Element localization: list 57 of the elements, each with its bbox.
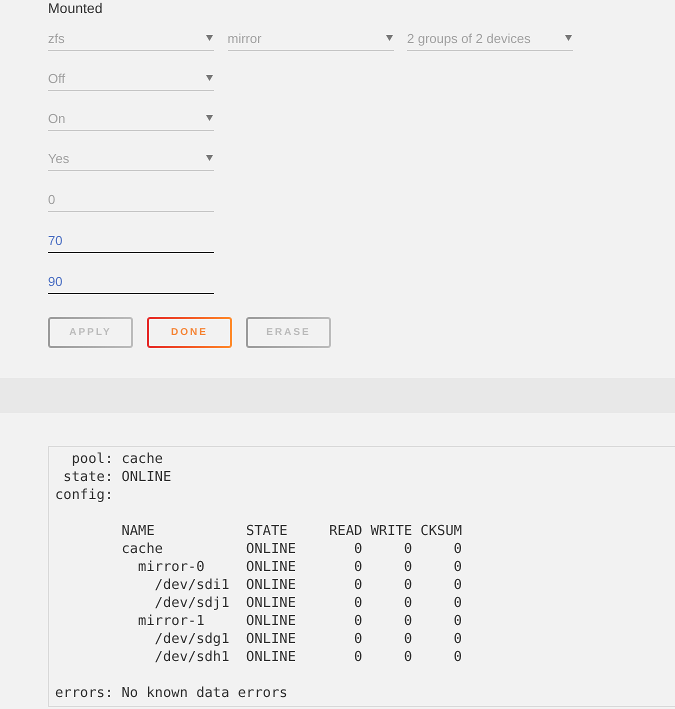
- column-header: CKSUM: [420, 523, 462, 539]
- field-label: config:: [55, 487, 114, 503]
- read-errors-count: 0: [354, 541, 362, 557]
- device-name: /dev/sdi1: [154, 577, 230, 593]
- errors-value: No known data errors: [121, 684, 288, 702]
- write-errors-count: 0: [404, 631, 412, 647]
- caret-icon: [206, 115, 213, 121]
- device-state: ONLINE: [246, 559, 296, 575]
- read-errors-count: 0: [354, 577, 362, 593]
- checksum-errors-count: 0: [454, 649, 462, 665]
- checksum-errors-count: 0: [454, 559, 462, 575]
- device-state: ONLINE: [246, 577, 296, 593]
- caret-icon: [206, 35, 213, 41]
- text-field[interactable]: 90: [48, 269, 214, 294]
- write-errors-count: 0: [404, 649, 412, 665]
- column-header: WRITE: [370, 523, 412, 539]
- write-errors-count: 0: [404, 541, 412, 557]
- checksum-errors-count: 0: [454, 613, 462, 629]
- device-state: ONLINE: [246, 613, 296, 629]
- errors-label: errors:: [55, 685, 114, 701]
- checksum-errors-count: 0: [454, 541, 462, 557]
- checksum-errors-count: 0: [454, 577, 462, 593]
- caret-icon: [565, 35, 572, 41]
- caret-icon: [206, 155, 213, 161]
- read-errors-count: 0: [354, 631, 362, 647]
- section-title: Mounted: [48, 0, 104, 16]
- read-errors-count: 0: [354, 613, 362, 629]
- write-errors-count: 0: [404, 577, 412, 593]
- field-label: pool:: [72, 451, 114, 467]
- read-errors-count: 0: [354, 649, 362, 665]
- device-state: ONLINE: [246, 541, 296, 557]
- device-state: ONLINE: [246, 595, 296, 611]
- column-header: READ: [329, 523, 362, 539]
- caret-icon: [386, 35, 392, 41]
- device-name: mirror-1: [138, 613, 204, 629]
- device-state: ONLINE: [246, 649, 296, 665]
- column-header: NAME: [121, 523, 155, 539]
- caret-icon: [206, 75, 213, 81]
- action-button[interactable]: DONE: [147, 317, 232, 348]
- checksum-errors-count: 0: [454, 631, 462, 647]
- write-errors-count: 0: [404, 595, 412, 611]
- field-label: state:: [63, 469, 114, 485]
- read-errors-count: 0: [354, 559, 362, 575]
- column-header: STATE: [246, 523, 288, 539]
- device-name: /dev/sdg1: [154, 631, 230, 647]
- write-errors-count: 0: [404, 559, 412, 575]
- read-errors-count: 0: [354, 595, 362, 611]
- device-name: cache: [121, 541, 163, 557]
- checksum-errors-count: 0: [454, 595, 462, 611]
- text-field[interactable]: 70: [48, 228, 214, 253]
- device-name: /dev/sdh1: [154, 649, 230, 665]
- device-state: ONLINE: [246, 631, 296, 647]
- device-name: /dev/sdj1: [154, 595, 230, 611]
- field-value: ONLINE: [121, 468, 172, 486]
- field-value: cache: [121, 450, 163, 468]
- write-errors-count: 0: [404, 613, 412, 629]
- device-name: mirror-0: [138, 559, 204, 575]
